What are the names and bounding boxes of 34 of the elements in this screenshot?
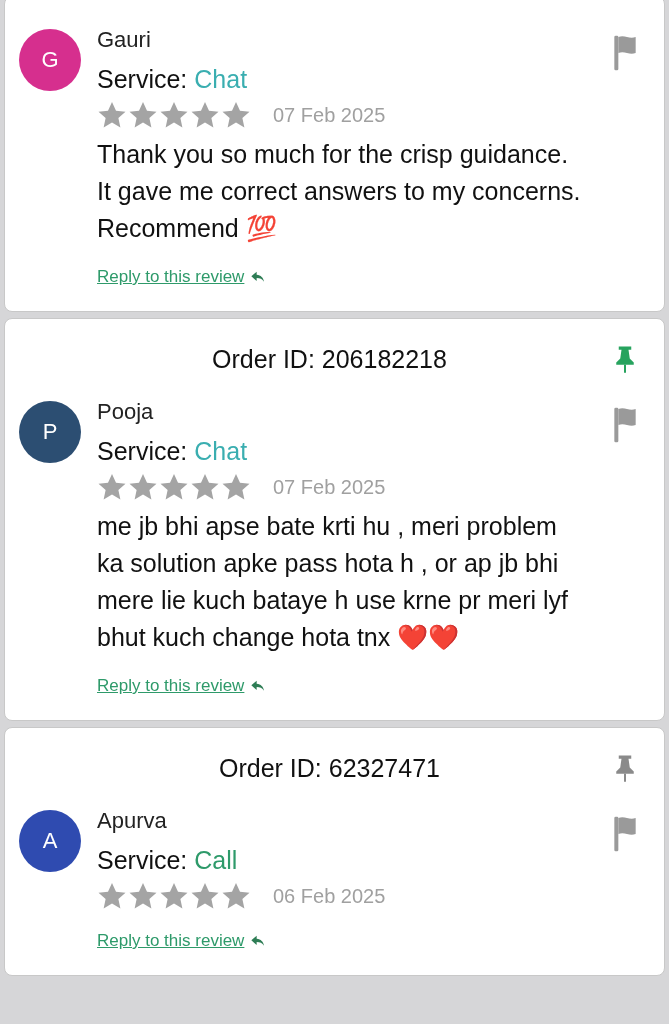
star-icon bbox=[159, 881, 189, 911]
star-icon bbox=[190, 472, 220, 502]
service-line: Service: Chat bbox=[97, 437, 249, 466]
star-icon bbox=[97, 472, 127, 502]
star-icon bbox=[159, 472, 189, 502]
star-icon bbox=[128, 100, 158, 130]
review-date: 06 Feb 2025 bbox=[273, 884, 386, 908]
avatar: P bbox=[19, 401, 81, 463]
reply-link[interactable]: Reply to this review bbox=[97, 267, 245, 287]
reviewer-name: Pooja bbox=[97, 399, 155, 426]
star-icon bbox=[128, 881, 158, 911]
review-date: 07 Feb 2025 bbox=[273, 103, 386, 127]
star-icon bbox=[190, 100, 220, 130]
star-icon bbox=[190, 881, 220, 911]
star-icon bbox=[159, 100, 189, 130]
star-icon bbox=[97, 100, 127, 130]
star-icon bbox=[221, 100, 251, 130]
star-icon bbox=[221, 881, 251, 911]
service-line: Service: Call bbox=[97, 846, 239, 875]
avatar: G bbox=[19, 29, 81, 91]
avatar: A bbox=[19, 810, 81, 872]
reviewer-name: Gauri bbox=[97, 27, 152, 54]
reviewer-name: Apurva bbox=[97, 808, 168, 835]
reply-link[interactable]: Reply to this review bbox=[97, 931, 245, 951]
star-icon bbox=[97, 881, 127, 911]
review-text: Thank you so much for the crisp guidance. It gave me correct answers to my concerns. Recommend 💯 bbox=[97, 139, 582, 244]
review-text: me jb bhi apse bate krti hu , meri problem ka solution apke pass hota h , or ap jb bhi mere lie kuch bataye h use krne pr meri lyf bhut kuch change hota tnx ❤❤ bbox=[97, 511, 570, 653]
star-icon bbox=[221, 472, 251, 502]
service-line: Service: Chat bbox=[97, 65, 249, 94]
star-icon bbox=[128, 472, 158, 502]
order-id: Order ID: 62327471 bbox=[219, 753, 440, 783]
order-id: Order ID: 206182218 bbox=[212, 344, 447, 374]
review-date: 07 Feb 2025 bbox=[273, 475, 386, 499]
reply-link[interactable]: Reply to this review bbox=[97, 676, 245, 696]
